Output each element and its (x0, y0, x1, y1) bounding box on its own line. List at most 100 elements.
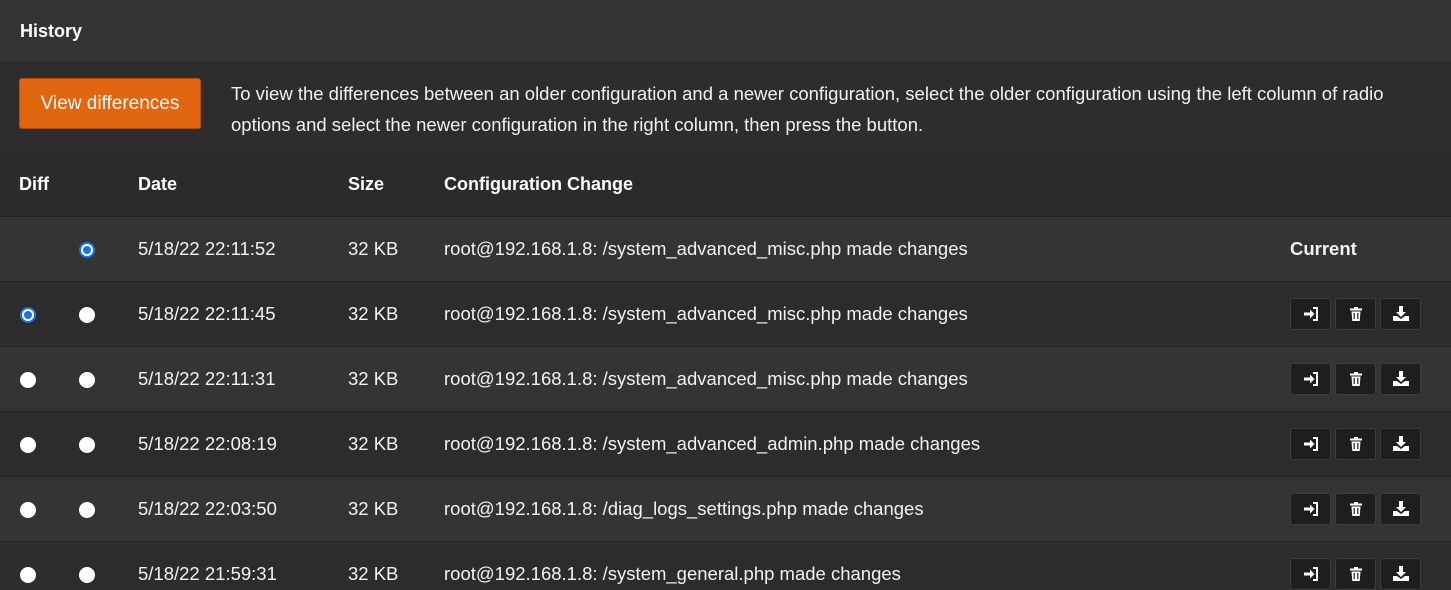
restore-icon (1303, 306, 1319, 321)
row-date: 5/18/22 21:59:31 (138, 562, 277, 584)
diff-new-cell (58, 541, 138, 590)
row-action-group (1290, 427, 1451, 460)
row-actions (1290, 476, 1451, 541)
diff-older-radio[interactable] (20, 306, 36, 323)
trash-icon (1349, 566, 1362, 581)
row-size: 32 KB (348, 237, 399, 259)
diff-older-radio[interactable] (20, 566, 36, 583)
restore-icon (1303, 566, 1319, 581)
table-row: 5/18/22 22:08:19 32 KB root@192.168.1.8: /… (0, 411, 1451, 476)
row-configuration-change: root@192.168.1.8: /system_advanced_admin… (444, 432, 981, 454)
download-button[interactable] (1380, 427, 1421, 460)
diff-old-cell (0, 281, 58, 346)
trash-icon (1349, 371, 1362, 386)
restore-icon (1303, 436, 1319, 451)
row-date: 5/18/22 22:11:45 (138, 302, 276, 324)
trash-icon (1349, 436, 1362, 451)
restore-icon (1303, 501, 1319, 516)
download-button[interactable] (1380, 362, 1421, 395)
row-configuration-change: root@192.168.1.8: /system_general.php ma… (444, 562, 901, 584)
row-date: 5/18/22 22:11:52 (138, 237, 276, 259)
diff-newer-radio[interactable] (79, 371, 95, 388)
row-action-group (1290, 557, 1451, 590)
diff-newer-radio[interactable] (79, 241, 95, 258)
delete-button[interactable] (1335, 362, 1376, 395)
table-row: 5/18/22 22:11:45 32 KB root@192.168.1.8: /… (0, 281, 1451, 346)
restore-button[interactable] (1290, 362, 1331, 395)
table-row: 5/18/22 22:11:52 32 KB root@192.168.1.8: /… (0, 216, 1451, 281)
download-button[interactable] (1380, 492, 1421, 525)
download-icon (1392, 371, 1409, 386)
download-button[interactable] (1380, 557, 1421, 590)
delete-button[interactable] (1335, 557, 1376, 590)
delete-button[interactable] (1335, 427, 1376, 460)
diff-old-cell (0, 411, 58, 476)
diff-newer-radio[interactable] (79, 566, 95, 583)
row-action-group (1290, 362, 1451, 395)
restore-button[interactable] (1290, 427, 1331, 460)
row-size: 32 KB (348, 302, 399, 324)
table-row: 5/18/22 21:59:31 32 KB root@192.168.1.8: /… (0, 541, 1451, 590)
history-rows: 5/18/22 22:11:52 32 KB root@192.168.1.8: /… (0, 216, 1451, 590)
download-icon (1392, 501, 1409, 516)
row-size: 32 KB (348, 432, 399, 454)
row-configuration-change: root@192.168.1.8: /system_advanced_misc.… (444, 237, 968, 259)
row-date: 5/18/22 22:03:50 (138, 497, 277, 519)
current-label: Current (1290, 237, 1357, 259)
row-size: 32 KB (348, 497, 399, 519)
diff-old-cell (0, 216, 58, 281)
diff-new-cell (58, 411, 138, 476)
row-action-group (1290, 492, 1451, 525)
row-actions (1290, 411, 1451, 476)
diff-newer-radio[interactable] (79, 306, 95, 323)
row-configuration-change: root@192.168.1.8: /system_advanced_misc.… (444, 302, 968, 324)
row-actions (1290, 541, 1451, 590)
diff-older-radio[interactable] (20, 371, 36, 388)
restore-button[interactable] (1290, 557, 1331, 590)
header-diff: Diff (19, 174, 49, 195)
row-date: 5/18/22 22:08:19 (138, 432, 277, 454)
diff-newer-radio[interactable] (79, 501, 95, 518)
row-configuration-change: root@192.168.1.8: /diag_logs_settings.ph… (444, 497, 924, 519)
diff-new-cell (58, 281, 138, 346)
download-icon (1392, 566, 1409, 581)
diff-new-cell (58, 476, 138, 541)
trash-icon (1349, 306, 1362, 321)
diff-intro: View differences To view the differences… (0, 63, 1451, 154)
config-history-panel: History View differences To view the dif… (0, 0, 1451, 590)
download-icon (1392, 436, 1409, 451)
row-action-group (1290, 297, 1451, 330)
restore-button[interactable] (1290, 297, 1331, 330)
diff-instructions: To view the differences between an older… (231, 83, 1384, 135)
table-row: 5/18/22 22:11:31 32 KB root@192.168.1.8: /… (0, 346, 1451, 411)
diff-old-cell (0, 476, 58, 541)
row-date: 5/18/22 22:11:31 (138, 367, 276, 389)
delete-button[interactable] (1335, 492, 1376, 525)
table-row: 5/18/22 22:03:50 32 KB root@192.168.1.8: /… (0, 476, 1451, 541)
restore-icon (1303, 371, 1319, 386)
history-table: Diff Date Size Configuration Change 5/18… (0, 154, 1451, 590)
header-configuration-change: Configuration Change (444, 174, 633, 195)
row-actions (1290, 281, 1451, 346)
table-header-row: Diff Date Size Configuration Change (0, 154, 1451, 216)
diff-new-cell (58, 216, 138, 281)
row-configuration-change: root@192.168.1.8: /system_advanced_misc.… (444, 367, 968, 389)
row-size: 32 KB (348, 367, 399, 389)
download-icon (1392, 306, 1409, 321)
diff-old-cell (0, 541, 58, 590)
row-size: 32 KB (348, 562, 399, 584)
restore-button[interactable] (1290, 492, 1331, 525)
diff-old-cell (0, 346, 58, 411)
header-date: Date (138, 174, 178, 195)
diff-older-radio[interactable] (20, 501, 36, 518)
diff-newer-radio[interactable] (79, 436, 95, 453)
panel-title: History (0, 0, 1451, 63)
header-size: Size (348, 174, 385, 195)
download-button[interactable] (1380, 297, 1421, 330)
diff-older-radio[interactable] (20, 436, 36, 453)
trash-icon (1349, 501, 1362, 516)
diff-new-cell (58, 346, 138, 411)
row-actions (1290, 346, 1451, 411)
view-differences-button[interactable]: View differences (19, 78, 201, 129)
delete-button[interactable] (1335, 297, 1376, 330)
